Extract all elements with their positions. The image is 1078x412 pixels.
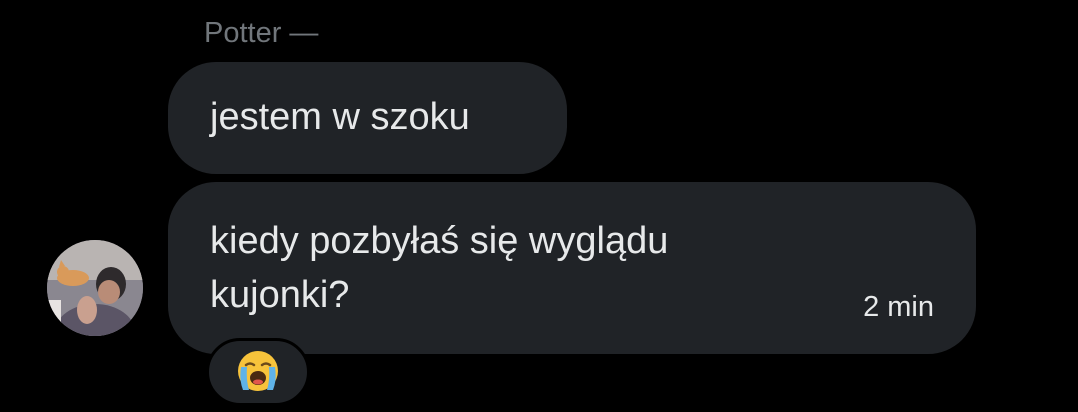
loudly-crying-face-emoji-icon: [238, 351, 278, 391]
sender-avatar[interactable]: [47, 240, 143, 336]
message-reaction[interactable]: [206, 338, 310, 406]
message-text: kiedy pozbyłaś się wyglądu kujonki?: [210, 220, 669, 316]
message-timestamp: 2 min: [863, 291, 934, 323]
message-text: jestem w szoku: [210, 96, 470, 138]
message-bubble[interactable]: kiedy pozbyłaś się wyglądu kujonki? 2 mi…: [168, 182, 976, 354]
sender-name: Potter —: [204, 17, 319, 49]
message-bubble[interactable]: jestem w szoku: [168, 62, 567, 174]
avatar-photo-icon: [47, 240, 143, 336]
